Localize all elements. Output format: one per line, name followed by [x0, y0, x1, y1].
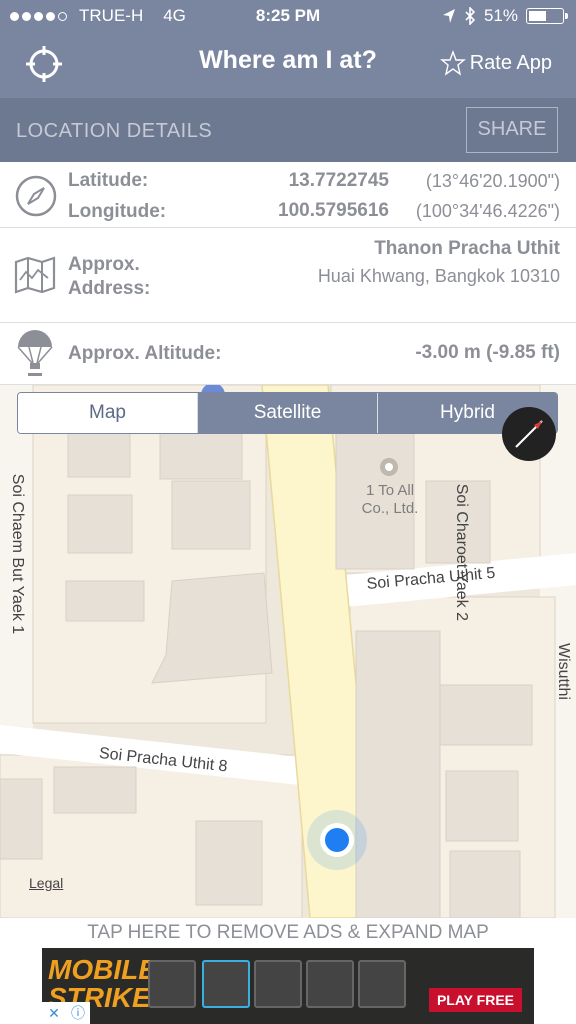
axe-slot-icon [254, 960, 302, 1008]
ad-choices[interactable]: ✕ ⓘ [42, 1002, 90, 1024]
ad-play-free-button[interactable]: PLAY FREE [428, 988, 522, 1012]
tab-satellite[interactable]: Satellite [197, 393, 377, 433]
street-label-chaem-but: Soi Chaem But Yaek 1 [9, 473, 26, 635]
location-arrow-icon [442, 9, 455, 23]
battery-percent: 51% [483, 6, 518, 25]
remove-ads-link[interactable]: TAP HERE TO REMOVE ADS & EXPAND MAP [0, 918, 576, 948]
status-bar: TRUE-H 4G 8:25 PM 51% [0, 0, 576, 34]
longitude-label: Longitude: [68, 201, 167, 222]
street-label-yaek-2: Soi Charoet Yaek 2 [453, 483, 470, 621]
coordinates-row: Latitude: 13.7722745 (13°46'20.1900") Lo… [0, 162, 576, 228]
map-legal-link[interactable]: Legal [29, 875, 63, 891]
section-header: LOCATION DETAILS SHARE [0, 98, 576, 162]
latitude-dms: (13°46'20.1900") [425, 171, 560, 191]
altitude-row: Approx. Altitude: -3.00 m (-9.85 ft) [0, 323, 576, 385]
map-view[interactable]: Soi Chaem But Yaek 1 1 To All Co., Ltd. … [0, 385, 576, 918]
rate-app-button[interactable]: Rate App [439, 50, 552, 76]
section-title: LOCATION DETAILS [16, 120, 213, 142]
map-compass-icon[interactable] [502, 407, 556, 461]
address-row: Approx. Address: Thanon Pracha Uthit Hua… [0, 228, 576, 323]
rifle-slot-icon [358, 960, 406, 1008]
battery-icon [526, 8, 568, 24]
weapon-slot-icon [148, 960, 196, 1008]
rate-app-label: Rate App [469, 51, 552, 74]
altitude-label: Approx. Altitude: [68, 343, 222, 364]
tab-map[interactable]: Map [18, 393, 197, 433]
address-label-line1: Approx. [68, 254, 140, 275]
ad-brand-line1: MOBILE [48, 954, 157, 985]
address-district: Huai Khwang, Bangkok 10310 [317, 266, 560, 286]
street-label-wisutthi: Soi Wisutthi [555, 643, 576, 700]
altitude-value: -3.00 m (-9.85 ft) [415, 342, 560, 363]
ad-banner[interactable]: MOBILE STRIKE PLAY FREE [42, 948, 534, 1024]
address-street: Thanon Pracha Uthit [374, 238, 560, 259]
map-canvas[interactable] [0, 385, 576, 918]
address-label-line2: Address: [68, 278, 151, 299]
map-icon [14, 256, 56, 294]
vest-slot-icon [306, 960, 354, 1008]
weapon-slot-selected-icon [202, 960, 250, 1008]
share-button[interactable]: SHARE [466, 107, 558, 153]
ad-info-icon[interactable]: ⓘ [66, 1002, 90, 1024]
ad-close-icon[interactable]: ✕ [42, 1002, 66, 1024]
compass-icon [15, 175, 57, 217]
latitude-value: 13.7722745 [288, 170, 389, 191]
balloon-icon [17, 330, 53, 376]
latitude-label: Latitude: [68, 170, 149, 191]
app-header: TRUE-H 4G 8:25 PM 51% Where am I at? Rat… [0, 0, 576, 98]
longitude-dms: (100°34'46.4226") [415, 201, 560, 221]
longitude-value: 100.5795616 [278, 200, 389, 221]
compass-needle-icon [515, 420, 543, 448]
poi-label-line2: Co., Ltd. [361, 500, 419, 517]
poi-label-line1: 1 To All [365, 482, 415, 499]
map-type-selector[interactable]: Map Satellite Hybrid [17, 392, 558, 434]
bluetooth-icon [465, 7, 476, 25]
star-outline-icon [439, 50, 466, 76]
status-right: 51% [442, 6, 568, 26]
